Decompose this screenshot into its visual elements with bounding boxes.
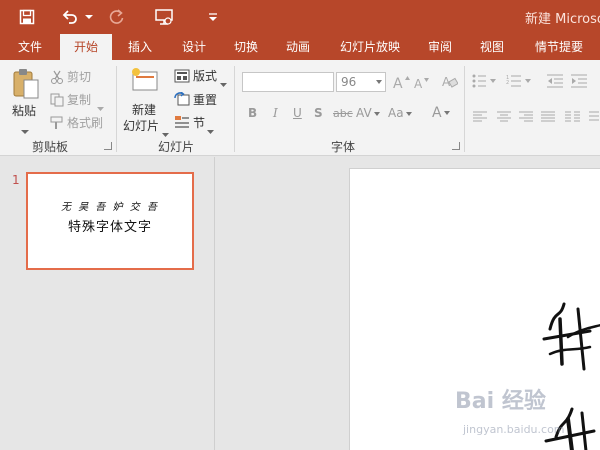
layout-button[interactable]: 版式	[193, 67, 217, 84]
format-painter-button[interactable]: 格式刷	[67, 114, 103, 131]
font-size-combo[interactable]: 96	[336, 72, 386, 92]
change-case-button[interactable]: Aa	[388, 106, 412, 120]
text-direction-icon[interactable]	[588, 108, 600, 127]
character-spacing-dropdown-icon[interactable]	[373, 111, 380, 116]
present-from-start-icon[interactable]	[152, 6, 176, 28]
watermark-url: jingyan.baidu.com	[463, 423, 565, 436]
watermark-main-text: Bai 经验	[455, 389, 546, 414]
tab-file[interactable]: 文件	[6, 34, 54, 60]
new-slide-icon[interactable]	[130, 66, 160, 98]
copy-icon[interactable]	[50, 92, 64, 111]
slide-thumbnail-1[interactable]: 无 吴 吾 妒 交 吾 特殊字体文字	[26, 172, 194, 270]
new-slide-button-line2[interactable]: 幻灯片	[123, 117, 159, 134]
tab-transitions[interactable]: 切换	[222, 34, 270, 60]
font-color-dropdown-icon[interactable]	[443, 111, 450, 115]
tab-insert[interactable]: 插入	[116, 34, 164, 60]
clear-formatting-icon[interactable]: A	[442, 73, 459, 93]
font-size-dropdown-icon[interactable]	[376, 80, 382, 84]
redo-icon[interactable]	[106, 6, 128, 28]
svg-text:2: 2	[506, 80, 509, 86]
bullets-icon[interactable]	[472, 73, 498, 92]
tab-storyboarding[interactable]: 情节提要	[528, 34, 590, 60]
svg-text:A: A	[414, 77, 423, 91]
italic-button[interactable]: I	[273, 106, 278, 120]
layout-icon[interactable]	[174, 68, 190, 87]
decrease-indent-icon[interactable]	[546, 73, 564, 92]
bold-button[interactable]: B	[248, 106, 257, 120]
numbering-icon[interactable]: 12	[506, 73, 534, 92]
font-size-value: 96	[341, 75, 357, 89]
font-color-label: A	[432, 105, 442, 121]
section-icon[interactable]	[174, 114, 190, 133]
undo-dropdown-icon[interactable]	[84, 6, 94, 28]
clipboard-dialog-launcher-icon[interactable]	[104, 142, 112, 150]
font-dialog-launcher-icon[interactable]	[452, 142, 460, 150]
slide-number: 1	[12, 173, 20, 187]
tab-review[interactable]: 审阅	[418, 34, 462, 60]
tab-design[interactable]: 设计	[170, 34, 218, 60]
slides-group-label: 幻灯片	[158, 140, 195, 154]
paste-dropdown-icon[interactable]	[21, 120, 29, 139]
align-right-icon[interactable]	[518, 108, 534, 127]
columns-icon[interactable]	[564, 108, 582, 127]
reset-button[interactable]: 重置	[193, 91, 217, 108]
character-spacing-button[interactable]: AV	[356, 106, 380, 120]
section-dropdown-icon[interactable]	[207, 120, 214, 139]
layout-dropdown-icon[interactable]	[220, 73, 227, 92]
thumbnail-text: 特殊字体文字	[67, 220, 152, 235]
new-slide-button[interactable]: 新建	[132, 101, 156, 118]
increase-indent-icon[interactable]	[570, 73, 588, 92]
strikethrough-button[interactable]: abc	[333, 107, 353, 120]
tab-animations[interactable]: 动画	[274, 34, 322, 60]
change-case-dropdown-icon[interactable]	[405, 111, 412, 116]
tab-view[interactable]: 视图	[470, 34, 514, 60]
change-case-label: Aa	[388, 106, 404, 120]
group-divider	[464, 66, 465, 152]
paste-button[interactable]: 粘贴	[12, 102, 36, 119]
ribbon-tabs: 文件 开始 插入 设计 切换 动画 幻灯片放映 审阅 视图 情节提要	[0, 34, 600, 60]
group-divider	[116, 66, 117, 152]
cut-button[interactable]: 剪切	[67, 68, 91, 85]
font-color-button[interactable]: A	[432, 105, 450, 121]
align-center-icon[interactable]	[496, 108, 512, 127]
format-painter-icon[interactable]	[50, 115, 64, 134]
font-name-combo[interactable]	[242, 72, 334, 92]
cut-icon[interactable]	[50, 69, 64, 88]
increase-font-size-icon[interactable]: A	[393, 74, 411, 94]
undo-icon[interactable]	[58, 6, 82, 28]
group-divider	[234, 66, 235, 152]
paste-icon[interactable]	[12, 68, 40, 104]
underline-button[interactable]: U	[293, 106, 302, 120]
ribbon: 粘贴 剪切 复制 格式刷 剪贴板 新建 幻灯片 版式 重置 节 幻灯片 96 A…	[0, 60, 600, 156]
tab-home[interactable]: 开始	[60, 34, 112, 60]
tab-slideshow[interactable]: 幻灯片放映	[334, 34, 406, 60]
thumbnail-decorative-text: 无 吴 吾 妒 交 吾	[61, 202, 159, 213]
clipboard-group-label: 剪贴板	[32, 140, 69, 154]
character-spacing-label: AV	[356, 106, 372, 120]
reset-icon[interactable]	[174, 91, 190, 110]
title-bar: 新建 Microsoft	[0, 0, 600, 34]
save-icon[interactable]	[14, 6, 40, 28]
window-title: 新建 Microsoft	[525, 12, 600, 27]
font-group-label: 字体	[331, 140, 356, 154]
svg-text:A: A	[393, 76, 403, 90]
customize-icon[interactable]	[206, 6, 220, 28]
justify-icon[interactable]	[540, 108, 556, 127]
copy-button[interactable]: 复制	[67, 91, 91, 108]
decrease-font-size-icon[interactable]: A	[414, 75, 432, 95]
shadow-button[interactable]: S	[314, 106, 323, 120]
align-left-icon[interactable]	[472, 108, 488, 127]
section-button[interactable]: 节	[193, 114, 205, 131]
